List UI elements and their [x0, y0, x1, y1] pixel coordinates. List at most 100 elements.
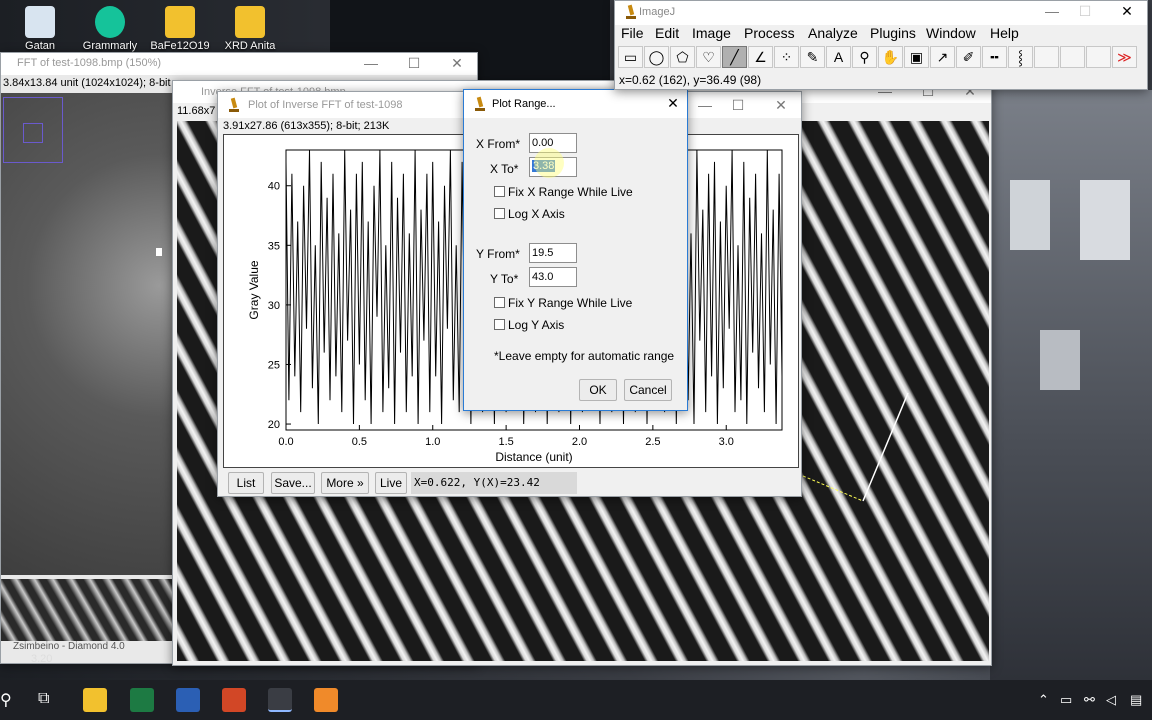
cancel-button[interactable]: Cancel: [624, 379, 672, 401]
save-button[interactable]: Save...: [271, 472, 315, 494]
menu-help[interactable]: Help: [990, 25, 1019, 41]
battery-icon[interactable]: ▭: [1060, 692, 1072, 708]
fix-y-range-label: Fix Y Range While Live: [508, 296, 633, 310]
x-tick-label: 3.0: [719, 436, 734, 448]
menu-image[interactable]: Image: [692, 25, 731, 41]
fft-footer-2: 3.20: [31, 653, 53, 665]
file-explorer-icon[interactable]: [83, 688, 107, 712]
maximize-icon[interactable]: ☐: [723, 95, 753, 115]
task-view-icon[interactable]: ⧉: [38, 690, 49, 708]
point-tool-icon[interactable]: ⁘: [774, 46, 799, 68]
y-tick-label: 20: [268, 419, 280, 431]
log-y-axis-label: Log Y Axis: [508, 318, 565, 332]
log-y-axis-checkbox[interactable]: [494, 319, 505, 330]
dialog-title: Plot Range...: [492, 98, 556, 110]
imagej-window: ImageJ — ☐ ✕ File Edit Image Process Analyze…: [614, 0, 1148, 90]
menu-analyze[interactable]: Analyze: [808, 25, 858, 41]
desktop-icon-xrd-anita[interactable]: XRD Anita: [215, 6, 285, 52]
menu-plugins[interactable]: Plugins: [870, 25, 916, 41]
polygon-tool-icon[interactable]: ⬠: [670, 46, 695, 68]
oval-tool-icon[interactable]: ◯: [644, 46, 669, 68]
profile-tool-icon[interactable]: ╍: [982, 46, 1007, 68]
desktop-icon-bafe12o19[interactable]: BaFe12O19: [145, 6, 215, 52]
log-x-axis-checkbox[interactable]: [494, 208, 505, 219]
desktop-icon-gatan[interactable]: Gatan: [5, 6, 75, 52]
word-icon[interactable]: [176, 688, 200, 712]
x-tick-label: 2.5: [645, 436, 660, 448]
app-taskbar-icon[interactable]: [314, 688, 338, 712]
fft-roi-inner: [23, 123, 43, 143]
maximize-icon[interactable]: ☐: [1070, 1, 1100, 21]
desktop-icon-label: XRD Anita: [224, 40, 276, 52]
freehand-tool-icon[interactable]: ♡: [696, 46, 721, 68]
ok-button[interactable]: OK: [579, 379, 617, 401]
y-axis-title: Gray Value: [247, 260, 261, 319]
wand-tool-icon[interactable]: ✎: [800, 46, 825, 68]
magnifier-tool-icon[interactable]: ⚲: [852, 46, 877, 68]
menu-window[interactable]: Window: [926, 25, 976, 41]
minimize-icon[interactable]: —: [690, 95, 720, 115]
imagej-status: x=0.62 (162), y=36.49 (98): [619, 73, 762, 87]
rectangle-tool-icon[interactable]: ▭: [618, 46, 643, 68]
minimize-icon[interactable]: —: [1037, 1, 1067, 21]
fix-y-range-checkbox[interactable]: [494, 297, 505, 308]
fft-window-title: FFT of test-1098.bmp (150%): [17, 57, 162, 69]
notification-icon[interactable]: ▤: [1130, 692, 1142, 708]
more-button[interactable]: More »: [321, 472, 369, 494]
angle-tool-icon[interactable]: ∠: [748, 46, 773, 68]
empty-slot-icon[interactable]: [1034, 46, 1059, 68]
y-tick-label: 25: [268, 359, 280, 371]
line-tool-icon[interactable]: ╱: [722, 46, 747, 68]
text-tool-icon[interactable]: A: [826, 46, 851, 68]
powerpoint-icon[interactable]: [222, 688, 246, 712]
desktop-icon-label: Grammarly: [82, 40, 138, 52]
x-axis-title: Distance (unit): [495, 450, 572, 464]
volume-icon[interactable]: ◁: [1106, 692, 1116, 708]
menu-process[interactable]: Process: [744, 25, 795, 41]
maximize-icon[interactable]: ☐: [399, 53, 429, 73]
fft-center-dot: [156, 248, 162, 256]
arrow-tool-icon[interactable]: ↗: [930, 46, 955, 68]
y-to-input[interactable]: [529, 267, 577, 287]
imagej-title: ImageJ: [639, 6, 676, 18]
close-icon[interactable]: ✕: [442, 53, 472, 73]
plot-info: 3.91x27.86 (613x355); 8-bit; 213K: [223, 120, 390, 132]
excel-icon[interactable]: [130, 688, 154, 712]
imagej-icon: [474, 97, 486, 112]
empty-slot-icon[interactable]: [1086, 46, 1111, 68]
line-selection[interactable]: [793, 381, 913, 511]
fft-image[interactable]: [1, 93, 177, 575]
taskbar: ⚲ ⧉ ⌃ ▭ ⚯ ◁ ▤: [0, 680, 1152, 720]
minimize-icon[interactable]: —: [356, 53, 386, 73]
y-from-input[interactable]: [529, 243, 577, 263]
desktop-icon-grammarly[interactable]: Grammarly: [75, 6, 145, 52]
chevron-up-icon[interactable]: ⌃: [1038, 692, 1049, 708]
dialog-titlebar[interactable]: Plot Range... ✕: [464, 90, 687, 118]
imagej-titlebar[interactable]: ImageJ — ☐ ✕: [615, 1, 1147, 25]
color-picker-tool-icon[interactable]: ▣: [904, 46, 929, 68]
empty-slot-icon[interactable]: [1060, 46, 1085, 68]
x-tick-label: 0.5: [352, 436, 367, 448]
fix-x-range-checkbox[interactable]: [494, 186, 505, 197]
more-tools-icon[interactable]: ≫: [1112, 46, 1137, 68]
list-button[interactable]: List: [228, 472, 264, 494]
imagej-taskbar-icon[interactable]: [268, 688, 292, 712]
close-icon[interactable]: ✕: [658, 93, 688, 113]
fft-footer-1: Zsimbeino - Diamond 4.0: [13, 641, 125, 652]
close-icon[interactable]: ✕: [766, 95, 796, 115]
hand-tool-icon[interactable]: ✋: [878, 46, 903, 68]
live-button[interactable]: Live: [375, 472, 407, 494]
log-x-axis-label: Log X Axis: [508, 207, 565, 221]
search-icon[interactable]: ⚲: [0, 690, 12, 710]
stack-tool-icon[interactable]: ⸾: [1008, 46, 1033, 68]
menu-edit[interactable]: Edit: [655, 25, 679, 41]
network-icon[interactable]: ⚯: [1084, 692, 1095, 708]
plot-window-title: Plot of Inverse FFT of test-1098: [248, 99, 403, 111]
menu-file[interactable]: File: [621, 25, 644, 41]
close-icon[interactable]: ✕: [1112, 1, 1142, 21]
inverse-info: 11.68x7: [177, 105, 216, 117]
fft-titlebar[interactable]: FFT of test-1098.bmp (150%) — ☐ ✕: [1, 53, 477, 75]
brush-tool-icon[interactable]: ✐: [956, 46, 981, 68]
fix-x-range-label: Fix X Range While Live: [508, 185, 633, 199]
y-tick-label: 40: [268, 181, 280, 193]
